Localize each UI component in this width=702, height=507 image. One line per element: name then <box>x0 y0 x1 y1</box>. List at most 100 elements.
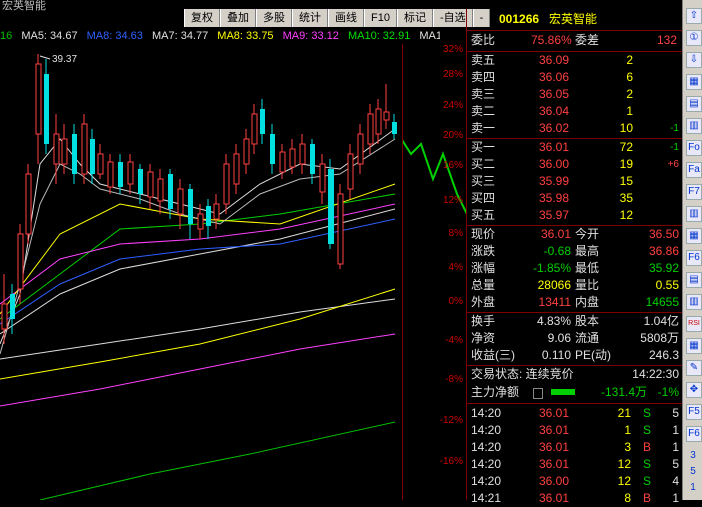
tick-volume: 12 <box>617 474 631 488</box>
main-flow-value: -131.4万 <box>600 385 647 399</box>
axis-tick: -12% <box>439 415 463 426</box>
toolbar-overlay-button[interactable]: 叠加 <box>220 9 256 27</box>
ma-item: MA5: 34.67 <box>21 30 78 42</box>
ask-volume: 2 <box>626 53 633 67</box>
tick-price: 36.00 <box>539 474 570 488</box>
tick-count: 5 <box>672 406 679 420</box>
quote-value: 14655 <box>645 295 679 309</box>
ma-line-white-ma7 <box>0 138 396 355</box>
ask-volume: 6 <box>626 70 633 84</box>
report-icon[interactable]: ▤ <box>686 272 702 288</box>
axis-tick: 16% <box>442 160 463 171</box>
axis-tick: -16% <box>439 456 463 467</box>
quote-value: -1.85% <box>532 261 571 275</box>
quote-label: 总量 <box>471 278 496 292</box>
scroll-down-icon[interactable]: ⇩ <box>686 52 702 68</box>
quote-label: 最高 <box>575 244 600 258</box>
ask-label: 卖一 <box>471 121 496 135</box>
toolbar-fuquan-button[interactable]: 复权 <box>184 9 220 27</box>
main-flow-row[interactable]: 主力净额 -131.4万 -1% <box>467 384 683 401</box>
bid-row: 买五 35.97 12 <box>467 207 683 224</box>
one-icon[interactable]: ① <box>686 30 702 46</box>
tick-count: 1 <box>672 423 679 437</box>
bid-price: 35.99 <box>539 174 570 188</box>
board-icon[interactable]: ▦ <box>686 228 702 244</box>
toolbar-stats-button[interactable]: 统计 <box>292 9 328 27</box>
fund-row: 净资 9.06 流通 5808万 <box>467 330 683 347</box>
toolbar-draw-button[interactable]: 画线 <box>328 9 364 27</box>
axis-tick: 32% <box>442 44 463 55</box>
toolbar-multi-button[interactable]: 多股 <box>256 9 292 27</box>
list-view-icon[interactable]: ▥ <box>686 206 702 222</box>
kline-chart[interactable]: 39.37 <box>0 44 402 501</box>
fa-icon[interactable]: Fa <box>686 162 702 178</box>
ask-label: 卖二 <box>471 104 496 118</box>
f6-icon[interactable]: F6 <box>686 426 702 442</box>
window-title: 宏英智能 <box>2 0 46 11</box>
rsi-icon[interactable]: RSI <box>686 316 702 332</box>
pencil-icon[interactable]: ✎ <box>686 360 702 376</box>
grid-icon[interactable]: ▦ <box>686 74 702 90</box>
tick-direction: B <box>642 491 651 505</box>
bid-label: 买一 <box>471 140 496 154</box>
move-icon[interactable]: ✥ <box>686 382 702 398</box>
bid-price: 35.98 <box>539 191 570 205</box>
fund-label: PE(动) <box>575 348 612 362</box>
axis-tick: 8% <box>448 228 463 239</box>
candles <box>1 54 397 344</box>
tick-price: 36.01 <box>539 440 570 454</box>
bid-label: 买四 <box>471 191 496 205</box>
ask-label: 卖五 <box>471 53 496 67</box>
tick-row: 14:20 36.01 1 S 1 <box>467 422 683 439</box>
f5-icon[interactable]: F5 <box>686 404 702 420</box>
axis-tick: 28% <box>442 69 463 80</box>
tick-volume: 3 <box>624 440 631 454</box>
bid-row: 买四 35.98 35 <box>467 190 683 207</box>
ask-price: 36.09 <box>539 53 570 67</box>
ask-price: 36.02 <box>539 121 570 135</box>
counter-label: 3 <box>690 450 696 461</box>
table-icon[interactable]: ▤ <box>686 96 702 112</box>
quote-row: 涨跌 -0.68 最高 36.86 <box>467 243 683 260</box>
ask-volume: 1 <box>626 104 633 118</box>
tick-volume: 21 <box>617 406 631 420</box>
ask-price: 36.06 <box>539 70 570 84</box>
bid-row: 买三 35.99 15 <box>467 173 683 190</box>
stock-name: 宏英智能 <box>549 12 598 26</box>
bid-label: 买三 <box>471 174 496 188</box>
panel-icon[interactable]: ▥ <box>686 294 702 310</box>
toolbar-f10-button[interactable]: F10 <box>364 9 397 27</box>
ma-item: MA8: 33.75 <box>217 30 274 42</box>
quote-value: 28066 <box>537 278 571 292</box>
divider <box>467 403 683 404</box>
quote-value: 36.86 <box>648 244 679 258</box>
ma-line-yellow-low <box>0 288 396 380</box>
quote-label: 外盘 <box>471 295 496 309</box>
tick-price: 36.01 <box>539 457 570 471</box>
tick-time: 14:20 <box>471 406 502 420</box>
right-toolbar: ⇧ ① ⇩ ▦ ▤ ▥ Fo Fa F7 ▥ ▦ F6 ▤ ▥ RSI ▦ ✎ … <box>682 0 702 500</box>
bid-label: 买二 <box>471 157 496 171</box>
quote-value: 0.55 <box>655 278 679 292</box>
counter-label: 1 <box>690 482 696 493</box>
toolbar-mark-button[interactable]: 标记 <box>396 9 433 27</box>
main-flow-pct: -1% <box>657 385 679 399</box>
columns-icon[interactable]: ▥ <box>686 118 702 134</box>
tick-row: 14:20 36.01 3 B 1 <box>467 439 683 456</box>
scroll-up-icon[interactable]: ⇧ <box>686 8 702 24</box>
indicator-icon[interactable]: ▦ <box>686 338 702 354</box>
diff-label: 委差 <box>575 33 600 47</box>
quote-label: 内盘 <box>575 295 600 309</box>
fund-value: 246.3 <box>648 348 679 362</box>
tick-count: 5 <box>672 457 679 471</box>
stock-header: 001266 宏英智能 <box>467 11 683 28</box>
counter-label: 5 <box>690 466 696 477</box>
f7-icon[interactable]: F7 <box>686 184 702 200</box>
fo-icon[interactable]: Fo <box>686 140 702 156</box>
quote-row: 涨幅 -1.85% 最低 35.92 <box>467 260 683 277</box>
tick-time: 14:20 <box>471 457 502 471</box>
f6-icon[interactable]: F6 <box>686 250 702 266</box>
fund-row: 换手 4.83% 股本 1.04亿 <box>467 313 683 330</box>
list-icon[interactable] <box>533 388 543 399</box>
diff-value: 132 <box>656 33 677 47</box>
